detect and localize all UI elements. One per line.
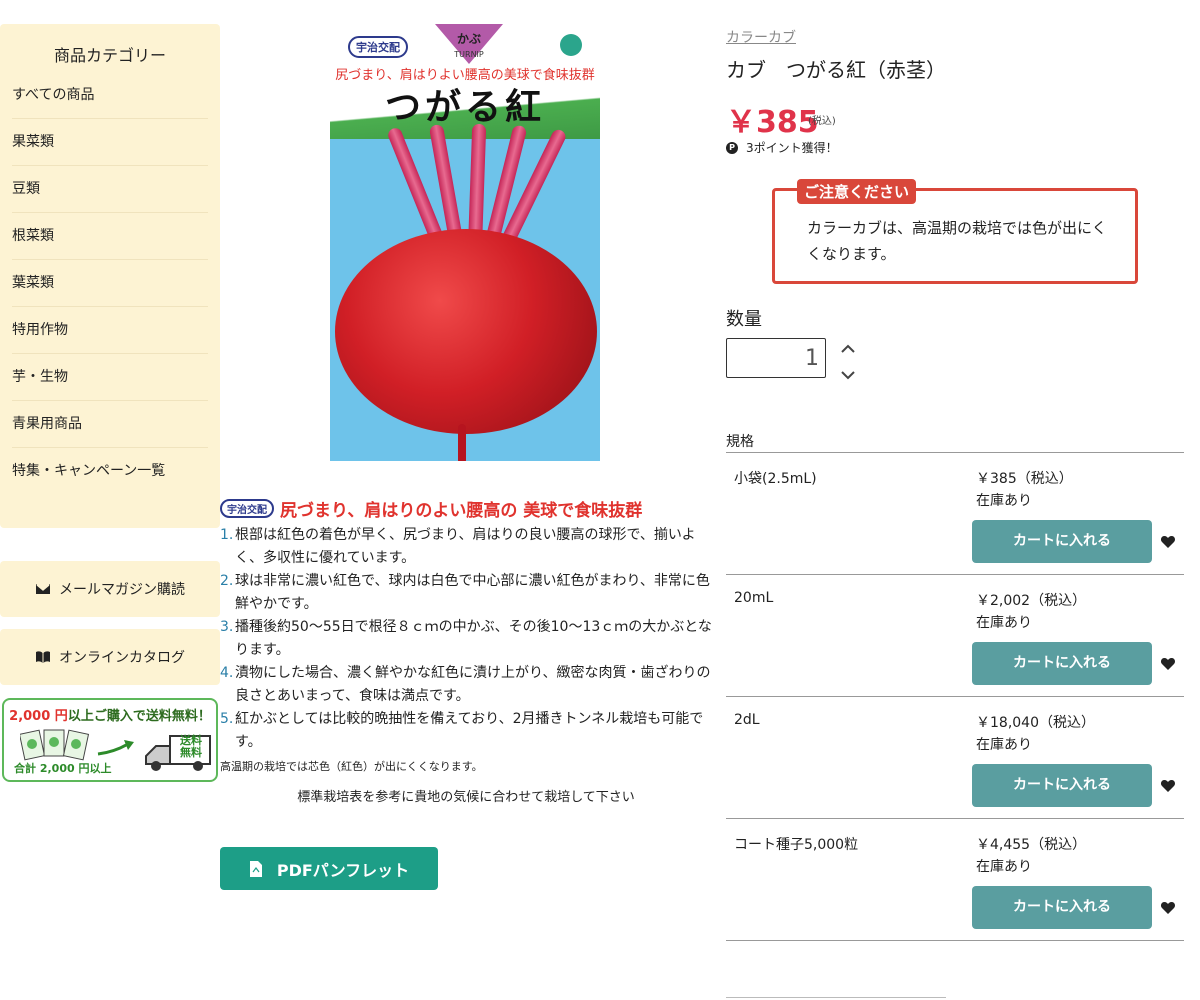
spec-stock: 在庫あり	[976, 859, 1032, 875]
newsletter-button[interactable]: メールマガジン購読	[0, 561, 220, 617]
vegetable-bags-icon	[20, 729, 90, 761]
favorite-button[interactable]	[1160, 900, 1176, 916]
catalog-label: オンラインカタログ	[59, 650, 185, 666]
notice-box: ご注意ください カラーカブは、高温期の栽培では色が出にくくなります。	[772, 179, 1138, 284]
sidebar-item-beans[interactable]: 豆類	[12, 166, 208, 213]
add-to-cart-button[interactable]: カートに入れる	[972, 886, 1152, 929]
sidebar-item-fruit-vegetables[interactable]: 果菜類	[12, 119, 208, 166]
envelope-icon	[36, 584, 50, 594]
table-row: 小袋(2.5mL) ￥385（税込） 在庫あり カートに入れる	[726, 453, 1184, 575]
list-item: 4. 漬物にした場合、濃く鮮やかな紅色に漬け上がり、緻密な肉質・歯ざわりの良さとあ…	[220, 665, 711, 704]
chevron-down-icon	[841, 371, 855, 380]
list-item: 2. 球は非常に濃い紅色で、球内は白色で中心部に濃い紅色がまわり、非常に色鮮やかで…	[220, 573, 710, 612]
package-name: つがる紅	[384, 87, 545, 128]
description-title: 尻づまり、肩はりのよい腰高の 美球で食味抜群	[280, 501, 643, 521]
points-info: P 3ポイント獲得！	[726, 139, 838, 156]
quantity-input[interactable]: 1	[726, 338, 826, 378]
spec-name: 小袋(2.5mL)	[734, 471, 817, 487]
sidebar-item-special-crops[interactable]: 特用作物	[12, 307, 208, 354]
points-icon: P	[726, 141, 738, 154]
package-type: かぶ	[456, 32, 481, 46]
spec-price: ￥2,002（税込）	[976, 593, 1087, 609]
spec-stock: 在庫あり	[976, 615, 1032, 631]
breed-badge: 宇治交配	[348, 36, 408, 58]
add-to-cart-button[interactable]: カートに入れる	[972, 520, 1152, 563]
product-title: カブ つがる紅（赤茎）	[726, 58, 946, 82]
free-shipping-label: 送料無料	[180, 734, 202, 759]
spec-price: ￥385（税込）	[976, 471, 1073, 487]
sidebar-item-all[interactable]: すべての商品	[12, 72, 208, 119]
add-to-cart-button[interactable]: カートに入れる	[972, 764, 1152, 807]
points-text: 3ポイント獲得！	[746, 141, 838, 155]
category-link[interactable]: カラーカブ	[726, 27, 796, 47]
spec-name: 2dL	[734, 712, 760, 728]
table-row: コート種子5,000粒 ￥4,455（税込） 在庫あり カートに入れる	[726, 819, 1184, 941]
spec-name: コート種子5,000粒	[734, 837, 859, 853]
list-item: 3. 播種後約50〜55日で根径８ｃｍの中かぶ、その後10〜13ｃｍの大かぶとなり…	[220, 619, 712, 658]
favorite-button[interactable]	[1160, 534, 1176, 550]
list-item: 5. 紅かぶとしては比較的晩抽性を備えており、2月播きトンネル栽培も可能です。	[220, 711, 704, 750]
add-to-cart-button[interactable]: カートに入れる	[972, 642, 1152, 685]
spec-label: 規格	[726, 434, 754, 450]
spec-stock: 在庫あり	[976, 737, 1032, 753]
sidebar-item-leaf-vegetables[interactable]: 葉菜類	[12, 260, 208, 307]
shipping-minimum: 合計 2,000 円以上	[14, 762, 112, 775]
cultivation-guide: 標準栽培表を参考に貴地の気候に合わせて栽培して下さい	[297, 790, 635, 805]
category-list: すべての商品 果菜類 豆類 根菜類 葉菜類 特用作物 芋・生物 青果用商品 特集…	[0, 72, 220, 495]
pdf-brochure-button[interactable]: PDFパンフレット	[220, 847, 438, 890]
turnip-stems	[386, 123, 568, 255]
sidebar-item-root-vegetables[interactable]: 根菜類	[12, 213, 208, 260]
table-row: 2dL ￥18,040（税込） 在庫あり カートに入れる	[726, 697, 1184, 819]
cultivation-note: 高温期の栽培では芯色（紅色）が出にくくなります。	[220, 760, 483, 773]
turnip-root	[335, 229, 597, 434]
sidebar-item-produce[interactable]: 青果用商品	[12, 401, 208, 448]
divider	[726, 997, 946, 998]
category-sidebar: 商品カテゴリー すべての商品 果菜類 豆類 根菜類 葉菜類 特用作物 芋・生物 …	[0, 24, 220, 528]
pdf-file-icon	[249, 860, 262, 877]
product-price: ￥385	[726, 105, 819, 140]
spec-name: 20mL	[734, 590, 774, 606]
brand-logo-icon	[560, 34, 582, 56]
heart-icon	[1160, 658, 1176, 670]
heart-icon	[1160, 536, 1176, 548]
chevron-up-icon	[841, 344, 855, 353]
breed-badge-small: 宇治交配	[220, 499, 274, 518]
shipping-headline: 2,000 円以上ご購入で送料無料！	[9, 709, 211, 724]
favorite-button[interactable]	[1160, 656, 1176, 672]
spec-price: ￥4,455（税込）	[976, 837, 1087, 853]
notice-label: ご注意ください	[797, 179, 917, 204]
table-row: 20mL ￥2,002（税込） 在庫あり カートに入れる	[726, 575, 1184, 697]
feature-list: 1. 根部は紅色の着色が早く、尻づまり、肩はりの良い腰高の球形で、揃いよく、多収性…	[220, 524, 712, 754]
quantity-decrement[interactable]	[840, 367, 856, 381]
package-type-en: TURNIP	[454, 50, 484, 59]
pdf-brochure-label: PDFパンフレット	[276, 860, 410, 880]
quantity-label: 数量	[726, 309, 762, 330]
heart-icon	[1160, 780, 1176, 792]
sidebar-item-tubers[interactable]: 芋・生物	[12, 354, 208, 401]
book-icon	[36, 651, 50, 663]
list-item: 1. 根部は紅色の着色が早く、尻づまり、肩はりの良い腰高の球形で、揃いよく、多収性…	[220, 527, 696, 566]
description-heading: 宇治交配 尻づまり、肩はりのよい腰高の 美球で食味抜群	[220, 496, 642, 521]
catalog-button[interactable]: オンラインカタログ	[0, 629, 220, 685]
sidebar-title: 商品カテゴリー	[53, 46, 166, 65]
notice-text: カラーカブは、高温期の栽培では色が出にくくなります。	[807, 219, 1107, 263]
heart-icon	[1160, 902, 1176, 914]
product-image[interactable]: 宇治交配 かぶ TURNIP 尻づまり、肩はりよい腰高の美球で食味抜群 つがる紅	[330, 24, 600, 461]
arrow-icon	[97, 740, 134, 756]
newsletter-label: メールマガジン購読	[59, 582, 185, 598]
spec-price: ￥18,040（税込）	[976, 715, 1095, 731]
spec-table: 小袋(2.5mL) ￥385（税込） 在庫あり カートに入れる 20mL ￥2,…	[726, 452, 1184, 941]
sidebar-item-campaigns[interactable]: 特集・キャンペーン一覧	[12, 448, 208, 495]
quantity-increment[interactable]	[840, 341, 856, 355]
free-shipping-banner[interactable]: 2,000 円以上ご購入で送料無料！ 送料無料 合計 2,000 円以上	[2, 698, 218, 782]
tax-label: (税込)	[808, 116, 836, 127]
favorite-button[interactable]	[1160, 778, 1176, 794]
spec-stock: 在庫あり	[976, 493, 1032, 509]
